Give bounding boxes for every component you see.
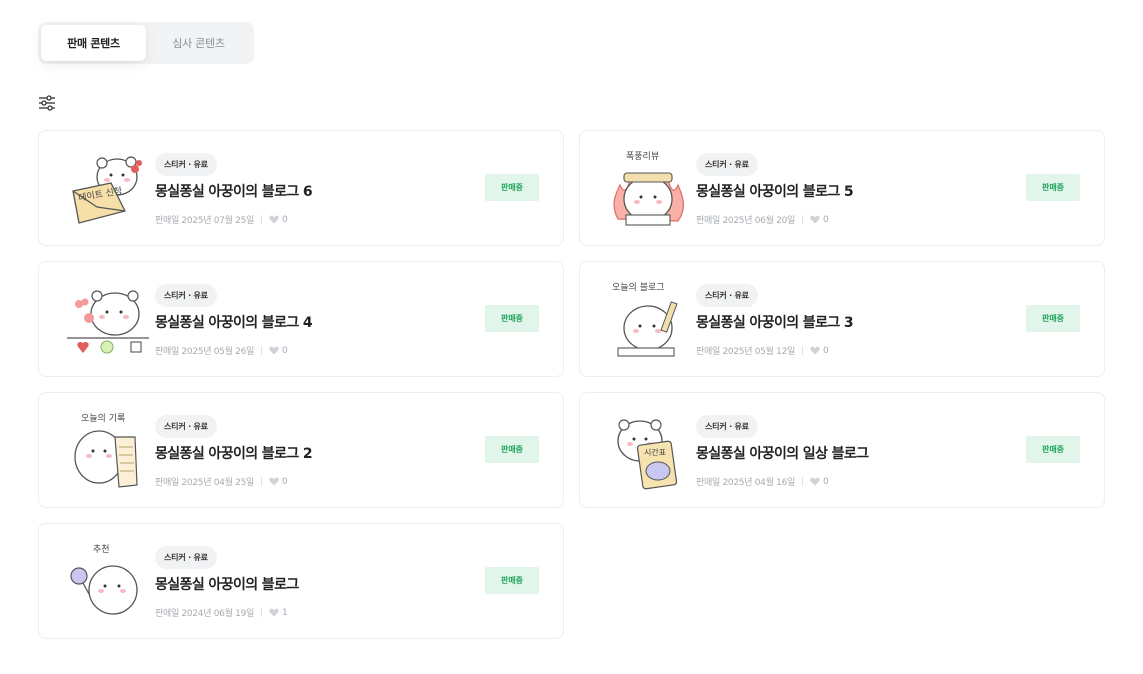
- divider: [801, 215, 803, 224]
- content-card[interactable]: 폭풍리뷰 스티커 · 유료 몽실퐁실 아꿍이의 블로그 5 판매일 2025년 …: [579, 130, 1105, 246]
- content-tabs: 판매 콘텐츠 심사 콘텐츠: [38, 22, 254, 64]
- content-meta: 판매일 2025년 05월 26일 0: [155, 344, 288, 358]
- sticker-thumbnail: 시간표: [617, 419, 678, 490]
- content-meta: 판매일 2025년 06월 20일 0: [696, 213, 829, 227]
- tab-review-content[interactable]: 심사 콘텐츠: [146, 25, 251, 61]
- status-badge: 판매중: [485, 436, 539, 463]
- content-card[interactable]: 추천 스티커 · 유료 몽실퐁실 아꿍이의 블로그 판매일 2024년 06월 …: [38, 523, 564, 639]
- content-card[interactable]: 오늘의 블로그 스티커 · 유료 몽실퐁실 아꿍이의 블로그 3 판매일 202…: [579, 261, 1105, 377]
- content-title[interactable]: 몽실퐁실 아꿍이의 블로그 4: [155, 312, 313, 332]
- content-title[interactable]: 몽실퐁실 아꿍이의 일상 블로그: [696, 443, 869, 463]
- heart-icon: [269, 346, 279, 355]
- heart-icon: [810, 215, 820, 224]
- sale-date: 판매일 2025년 06월 20일: [696, 216, 795, 226]
- content-card[interactable]: 데이트 신청 스티커 · 유료 몽실퐁실 아꿍이의 블로그 6 판매일 2025…: [38, 130, 564, 246]
- tab-sales-content[interactable]: 판매 콘텐츠: [41, 25, 146, 61]
- sale-date: 판매일 2025년 07월 25일: [155, 216, 254, 226]
- thumb-caption: 폭풍리뷰: [626, 151, 659, 162]
- divider: [801, 346, 803, 355]
- status-badge: 판매중: [1026, 436, 1080, 463]
- thumb-caption: 오늘의 블로그: [612, 282, 665, 293]
- sale-date: 판매일 2025년 05월 12일: [696, 347, 795, 357]
- like-count: 0: [281, 476, 288, 487]
- category-tag: 스티커 · 유료: [155, 284, 217, 307]
- content-card[interactable]: 스티커 · 유료 몽실퐁실 아꿍이의 블로그 4 판매일 2025년 05월 2…: [38, 261, 564, 377]
- sale-date: 판매일 2024년 06월 19일: [155, 609, 254, 619]
- status-badge: 판매중: [1026, 305, 1080, 332]
- like-count: 0: [281, 345, 288, 356]
- category-tag: 스티커 · 유료: [155, 415, 217, 438]
- like-count: 0: [281, 214, 288, 225]
- sticker-thumbnail: 오늘의 기록: [74, 413, 138, 488]
- category-tag: 스티커 · 유료: [696, 415, 758, 438]
- divider: [260, 215, 262, 224]
- heart-icon: [269, 608, 279, 617]
- content-meta: 판매일 2025년 04월 16일 0: [696, 475, 829, 489]
- sliders-icon[interactable]: [38, 95, 56, 111]
- content-meta: 판매일 2024년 06월 19일 1: [155, 606, 288, 620]
- heart-icon: [269, 477, 279, 486]
- category-tag: 스티커 · 유료: [696, 284, 758, 307]
- thumb-caption: 시간표: [644, 447, 666, 457]
- sticker-thumbnail: [67, 290, 149, 354]
- like-count: 0: [822, 214, 829, 225]
- heart-icon: [269, 215, 279, 224]
- content-card[interactable]: 시간표 스티커 · 유료 몽실퐁실 아꿍이의 일상 블로그 판매일 2025년 …: [579, 392, 1105, 508]
- divider: [801, 477, 803, 486]
- content-card[interactable]: 오늘의 기록 스티커 · 유료 몽실퐁실 아꿍이의 블로그 2 판매일 2025…: [38, 392, 564, 508]
- like-count: 0: [822, 476, 829, 487]
- sale-date: 판매일 2025년 05월 26일: [155, 347, 254, 357]
- content-meta: 판매일 2025년 04월 25일 0: [155, 475, 288, 489]
- like-count: 0: [822, 345, 829, 356]
- status-badge: 판매중: [485, 305, 539, 332]
- category-tag: 스티커 · 유료: [696, 153, 758, 176]
- sticker-thumbnail: 추천: [70, 544, 138, 615]
- content-title[interactable]: 몽실퐁실 아꿍이의 블로그: [155, 574, 299, 594]
- divider: [260, 608, 262, 617]
- content-title[interactable]: 몽실퐁실 아꿍이의 블로그 6: [155, 181, 313, 201]
- divider: [260, 477, 262, 486]
- sticker-thumbnail: 데이트 신청: [72, 156, 142, 224]
- like-count: 1: [281, 607, 288, 618]
- heart-icon: [810, 346, 820, 355]
- status-badge: 판매중: [1026, 174, 1080, 201]
- sale-date: 판매일 2025년 04월 25일: [155, 478, 254, 488]
- sticker-thumbnail: 폭풍리뷰: [613, 151, 685, 226]
- category-tag: 스티커 · 유료: [155, 546, 217, 569]
- content-meta: 판매일 2025년 07월 25일 0: [155, 213, 288, 227]
- content-title[interactable]: 몽실퐁실 아꿍이의 블로그 2: [155, 443, 313, 463]
- content-meta: 판매일 2025년 05월 12일 0: [696, 344, 829, 358]
- divider: [260, 346, 262, 355]
- content-title[interactable]: 몽실퐁실 아꿍이의 블로그 5: [696, 181, 854, 201]
- thumb-caption: 오늘의 기록: [81, 413, 125, 424]
- sale-date: 판매일 2025년 04월 16일: [696, 478, 795, 488]
- content-title[interactable]: 몽실퐁실 아꿍이의 블로그 3: [696, 312, 854, 332]
- category-tag: 스티커 · 유료: [155, 153, 217, 176]
- status-badge: 판매중: [485, 567, 539, 594]
- thumb-caption: 추천: [93, 544, 110, 555]
- status-badge: 판매중: [485, 174, 539, 201]
- heart-icon: [810, 477, 820, 486]
- sticker-thumbnail: 오늘의 블로그: [612, 282, 678, 357]
